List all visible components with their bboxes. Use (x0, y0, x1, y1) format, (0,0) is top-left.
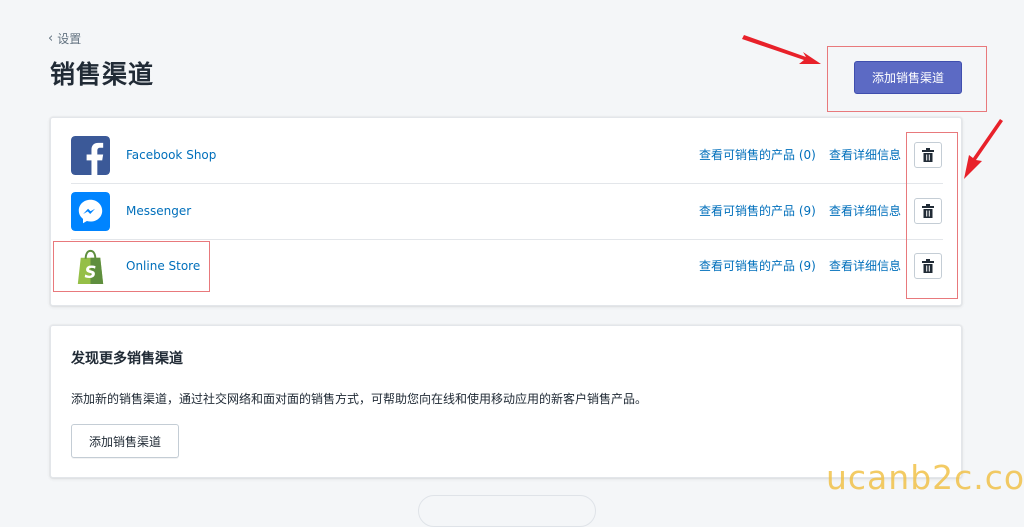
trash-icon (922, 148, 934, 162)
view-products-link[interactable]: 查看可销售的产品 (0) (699, 128, 816, 183)
discover-title: 发现更多销售渠道 (71, 351, 183, 367)
sales-channels-list: Facebook Shop 查看可销售的产品 (0) 查看详细信息 Messen… (50, 117, 962, 306)
channel-row-messenger: Messenger 查看可销售的产品 (9) 查看详细信息 (71, 184, 943, 240)
delete-channel-button[interactable] (914, 198, 942, 224)
back-to-settings-link[interactable]: ‹ 设置 (48, 30, 81, 47)
chevron-left-icon: ‹ (48, 31, 54, 46)
messenger-icon (71, 192, 110, 231)
channel-row-facebook: Facebook Shop 查看可销售的产品 (0) 查看详细信息 (71, 128, 943, 184)
annotation-arrow-to-delete-buttons (964, 119, 1003, 179)
shopify-bag-icon: S (77, 249, 104, 285)
view-details-link[interactable]: 查看详细信息 (829, 184, 901, 239)
view-products-link[interactable]: 查看可销售的产品 (9) (699, 239, 816, 294)
channel-name[interactable]: Facebook Shop (126, 128, 216, 183)
watermark-text: ucanb2c.com (826, 458, 1024, 497)
delete-channel-button[interactable] (914, 142, 942, 168)
back-label: 设置 (57, 32, 82, 46)
svg-text:S: S (85, 263, 97, 282)
trash-icon (922, 259, 934, 273)
discover-more-channels-card: 发现更多销售渠道 添加新的销售渠道，通过社交网络和面对面的销售方式，可帮助您向在… (50, 325, 962, 478)
channel-row-online-store: S Online Store 查看可销售的产品 (9) 查看详细信息 (71, 239, 943, 294)
facebook-icon (71, 136, 110, 175)
view-products-link[interactable]: 查看可销售的产品 (9) (699, 184, 816, 239)
add-sales-channel-secondary-button[interactable]: 添加销售渠道 (71, 424, 179, 458)
channel-name[interactable]: Online Store (126, 239, 200, 294)
add-sales-channel-button[interactable]: 添加销售渠道 (854, 61, 962, 94)
trash-icon (922, 204, 934, 218)
discover-description: 添加新的销售渠道，通过社交网络和面对面的销售方式，可帮助您向在线和使用移动应用的… (71, 392, 648, 406)
channel-name[interactable]: Messenger (126, 184, 191, 239)
delete-channel-button[interactable] (914, 253, 942, 279)
view-details-link[interactable]: 查看详细信息 (829, 239, 901, 294)
footer-help-pill (418, 495, 596, 527)
page-title: 销售渠道 (50, 60, 155, 89)
annotation-arrow-to-add-button (742, 35, 821, 64)
view-details-link[interactable]: 查看详细信息 (829, 128, 901, 183)
